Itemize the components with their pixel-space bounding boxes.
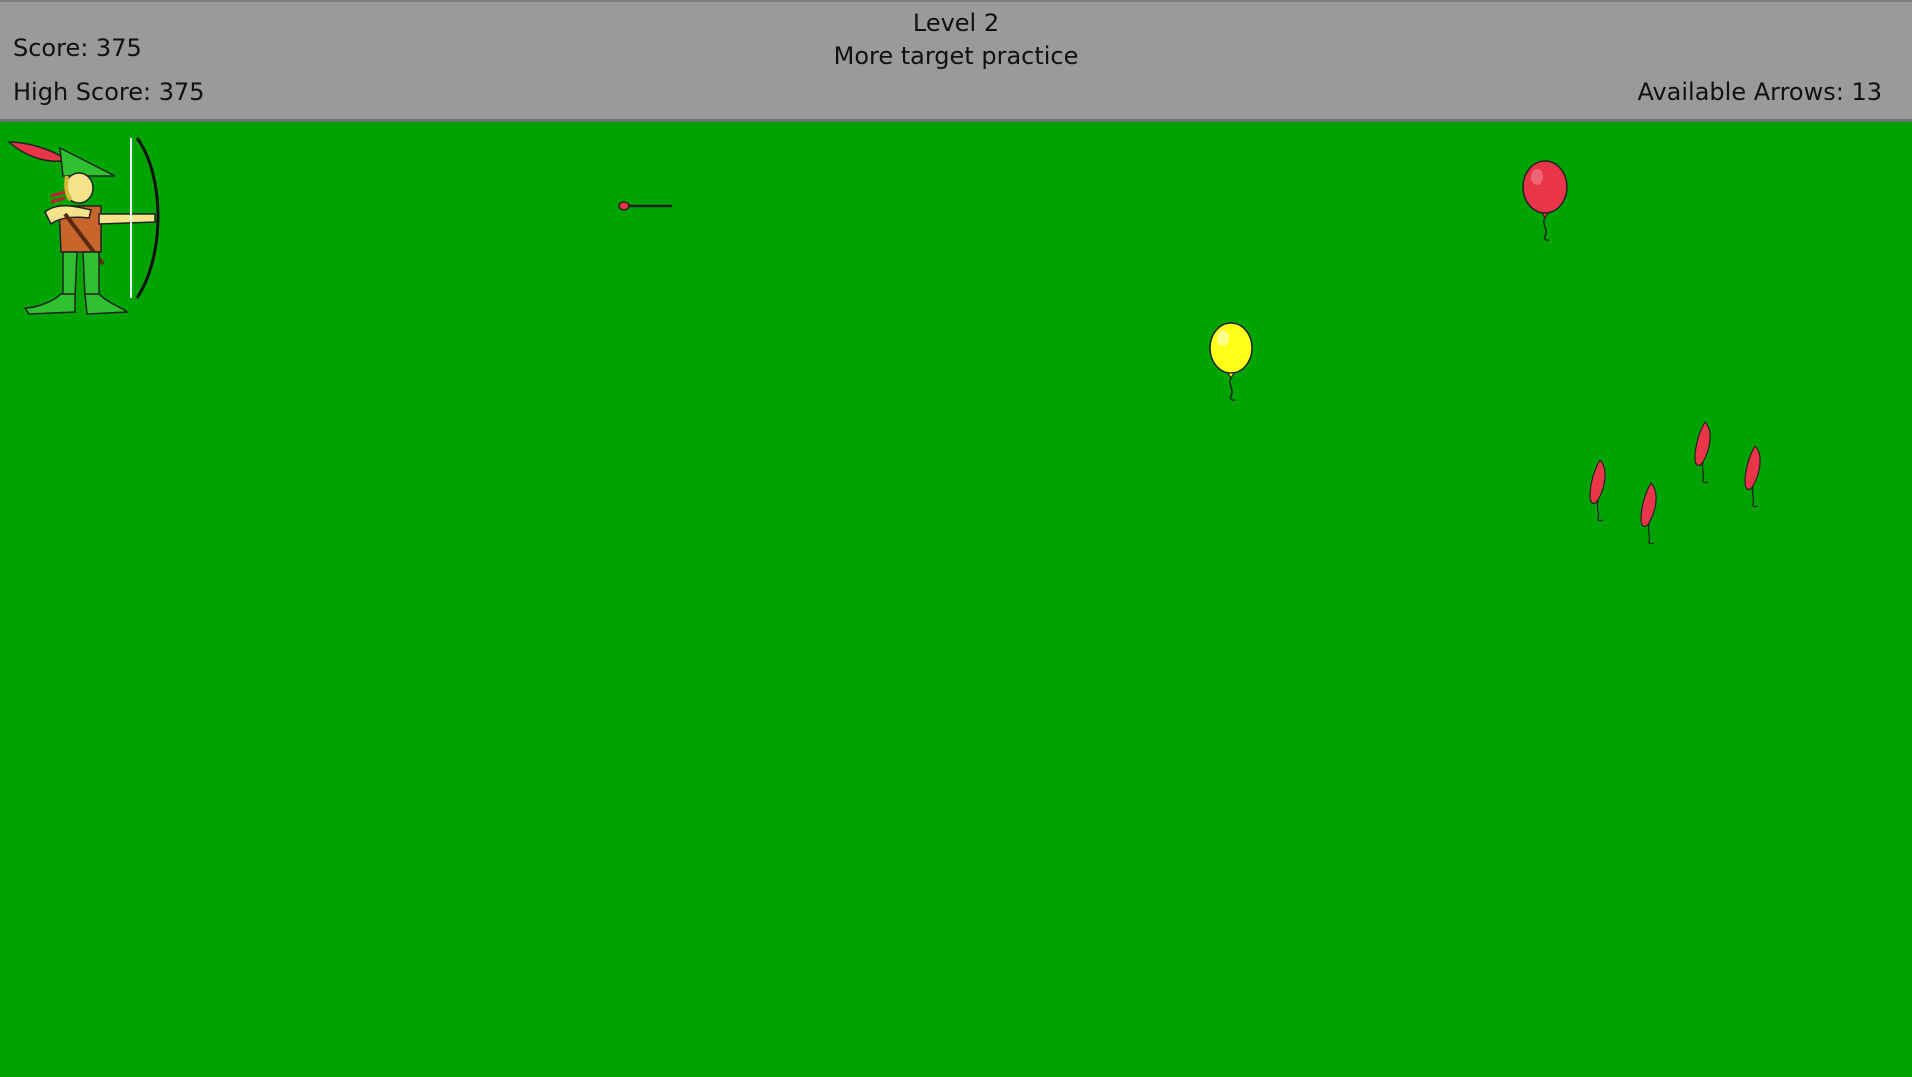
archer-sprite[interactable]: [5, 136, 161, 316]
balloon-red[interactable]: [1516, 160, 1574, 242]
arrow-projectile: [618, 201, 672, 211]
popped-balloon: [1589, 459, 1606, 522]
popped-balloon: [1640, 482, 1657, 545]
popped-balloon: [1694, 421, 1711, 484]
available-arrows-label: Available Arrows: 13: [1637, 78, 1882, 106]
level-title: Level 2: [912, 9, 1000, 37]
high-score-label: High Score: 375: [13, 78, 205, 106]
game-canvas[interactable]: Score: 375 High Score: 375 Level 2 More …: [0, 0, 1912, 1077]
popped-balloon: [1744, 445, 1761, 508]
hud-bar: Score: 375 High Score: 375 Level 2 More …: [0, 0, 1912, 122]
level-subtitle: More target practice: [833, 42, 1079, 70]
balloon-yellow[interactable]: [1203, 321, 1259, 401]
